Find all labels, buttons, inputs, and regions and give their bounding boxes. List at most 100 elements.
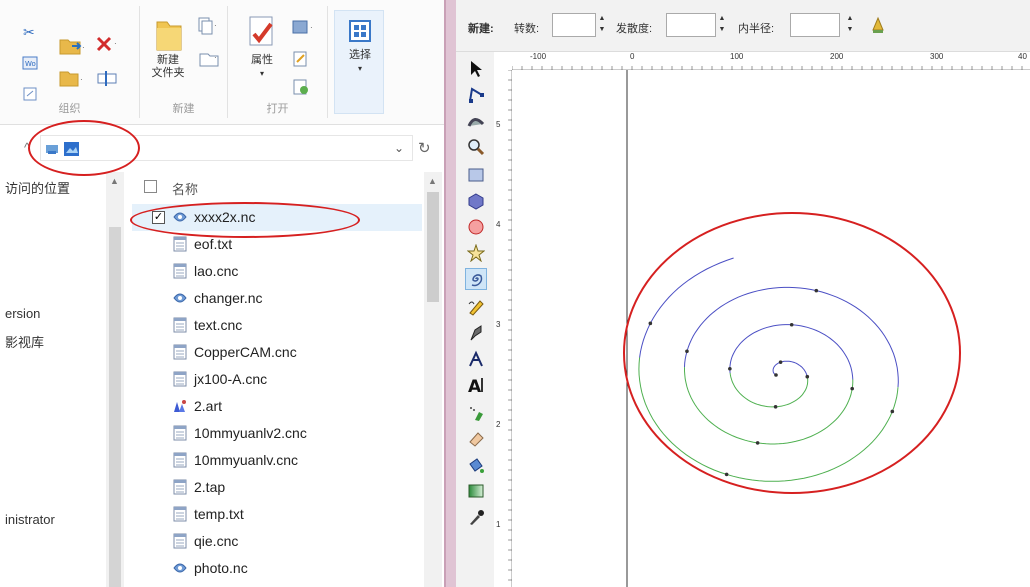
svg-text:·: · [214, 53, 217, 62]
file-row[interactable]: lao.cnc [132, 258, 422, 285]
ribbon-group-select: 选择 ▾ [334, 10, 384, 114]
copy-to-icon[interactable]: · [58, 68, 86, 93]
3dbox-icon[interactable] [465, 190, 487, 212]
spray-icon[interactable] [465, 402, 487, 424]
eraser-icon[interactable] [465, 428, 487, 450]
new-folder-button[interactable]: 新建 文件夹 [148, 14, 188, 80]
file-row[interactable]: 10mmyuanlv.cnc [132, 447, 422, 474]
rename-icon[interactable] [96, 68, 120, 93]
rect-icon[interactable] [465, 164, 487, 186]
node-edit-icon[interactable] [465, 84, 487, 106]
nav-scrollbar[interactable]: ▲ [106, 172, 124, 587]
cut-icon[interactable]: ✂ [22, 24, 36, 45]
doc-file-icon [172, 317, 188, 333]
spiral-node [685, 349, 689, 354]
up-arrow-icon[interactable]: ^ [24, 140, 30, 155]
divergence-spinner[interactable]: ▲ ▼ [718, 13, 726, 37]
bucket-icon[interactable] [465, 454, 487, 476]
spiral-node [789, 322, 794, 327]
file-row[interactable]: text.cnc [132, 312, 422, 339]
inner-radius-input[interactable] [790, 13, 840, 37]
zoom-icon[interactable] [465, 136, 487, 158]
ruler-label: 3 [496, 320, 501, 329]
file-row[interactable]: 2.tap [132, 474, 422, 501]
selector-icon[interactable] [465, 58, 487, 80]
art-file-icon [172, 398, 188, 414]
column-name-label[interactable]: 名称 [172, 179, 198, 198]
nav-item[interactable]: 访问的位置 [5, 178, 70, 197]
file-row[interactable]: changer.nc [132, 285, 422, 312]
history-icon[interactable] [292, 78, 310, 101]
file-row[interactable]: qie.cnc [132, 528, 422, 555]
pencil-icon[interactable] [465, 296, 487, 318]
turns-spinner[interactable]: ▲ ▼ [598, 13, 606, 37]
ellipse-icon[interactable] [465, 216, 487, 238]
turns-label: 转数: [514, 23, 540, 35]
spiral-node [755, 441, 760, 445]
text-icon[interactable]: A [465, 374, 487, 396]
scroll-thumb[interactable] [427, 192, 439, 302]
properties-button[interactable]: 属性 ▾ [242, 14, 282, 80]
spiral-node [850, 386, 854, 391]
doc-file-icon [172, 371, 188, 387]
canvas-drawing [623, 70, 961, 587]
pen-icon[interactable] [465, 322, 487, 344]
copy-path-icon[interactable]: Wo [22, 56, 38, 75]
ruler-label: 2 [496, 420, 501, 429]
select-all-checkbox[interactable] [144, 180, 157, 193]
turns-input[interactable] [552, 13, 596, 37]
nav-item[interactable]: ersion [5, 306, 40, 321]
scroll-up-icon[interactable]: ▲ [110, 176, 119, 186]
file-name: jx100-A.cnc [194, 371, 268, 387]
delete-icon[interactable]: · [94, 32, 124, 61]
file-row[interactable]: 2.art [132, 393, 422, 420]
file-row[interactable]: 10mmyuanlv2.cnc [132, 420, 422, 447]
nav-item[interactable]: inistrator [5, 512, 55, 527]
file-list: 名称 ✓ xxxx2x.nc eof.txt lao.cnc changer.nc tex… [132, 172, 422, 587]
scroll-thumb[interactable] [109, 227, 121, 587]
file-name: 10mmyuanlv2.cnc [194, 425, 307, 441]
divergence-input[interactable] [666, 13, 716, 37]
nav-item[interactable]: 影视库 [5, 332, 44, 351]
file-row[interactable]: temp.txt [132, 501, 422, 528]
doc-file-icon [172, 263, 188, 279]
file-row[interactable]: ✓ xxxx2x.nc [132, 204, 422, 231]
row-checkbox[interactable]: ✓ [152, 211, 165, 224]
divergence-label: 发散度: [616, 23, 653, 35]
file-scrollbar[interactable]: ▲ [424, 172, 442, 587]
file-row[interactable]: photo.nc [132, 555, 422, 582]
file-row[interactable]: jx100-A.cnc [132, 366, 422, 393]
address-dropdown-icon[interactable]: ⌄ [394, 141, 404, 155]
scroll-up-icon[interactable]: ▲ [428, 176, 437, 186]
new-item-icon[interactable]: · [196, 16, 222, 41]
select-all-icon [349, 20, 371, 42]
open-icon[interactable]: · [290, 18, 318, 43]
tweak-icon[interactable] [465, 110, 487, 132]
refresh-icon[interactable]: ↻ [418, 139, 431, 157]
file-row[interactable]: CopperCAM.cnc [132, 339, 422, 366]
toolbox: A [456, 52, 494, 587]
svg-text:·: · [80, 75, 83, 84]
file-name: 2.art [194, 398, 223, 414]
spiral-shape[interactable] [638, 257, 899, 482]
column-header[interactable]: 名称 [132, 172, 422, 200]
gradient-icon[interactable] [465, 480, 487, 502]
inner-radius-spinner[interactable]: ▲ ▼ [846, 13, 854, 37]
calligraphy-icon[interactable] [465, 348, 487, 370]
easy-access-icon[interactable]: · [196, 48, 222, 73]
file-name: 10mmyuanlv.cnc [194, 452, 299, 468]
address-input[interactable]: ⌄ [40, 135, 413, 161]
edit-icon[interactable] [292, 50, 310, 73]
ruler-label: 1 [496, 520, 501, 529]
star-icon[interactable] [465, 242, 487, 264]
drawing-canvas[interactable] [512, 70, 1030, 587]
file-row[interactable]: eof.txt [132, 231, 422, 258]
move-to-icon[interactable]: · [58, 34, 88, 63]
dropper-icon[interactable] [465, 506, 487, 528]
reset-shape-icon[interactable] [870, 16, 886, 39]
svg-text:·: · [214, 21, 217, 30]
select-button[interactable]: 选择 ▾ [343, 19, 377, 75]
ruler-label: 5 [496, 120, 501, 129]
spiral-icon[interactable] [465, 268, 487, 290]
doc-file-icon [172, 533, 188, 549]
